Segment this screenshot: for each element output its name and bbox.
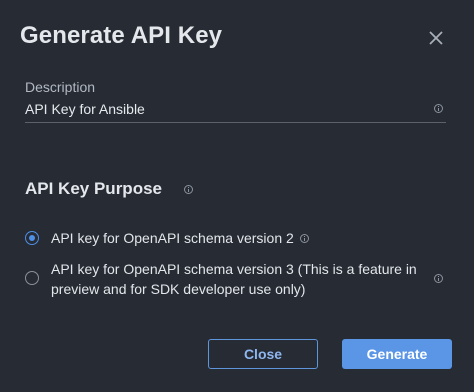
close-icon[interactable] <box>424 26 448 50</box>
purpose-info-icon[interactable] <box>184 185 193 194</box>
description-value[interactable]: API Key for Ansible <box>25 101 145 117</box>
radio-button-v3[interactable] <box>25 271 39 285</box>
option-v2-info-icon[interactable] <box>300 234 309 243</box>
option-v3-info-icon[interactable] <box>434 274 443 283</box>
radio-label-v2: API key for OpenAPI schema version 2 <box>51 230 294 246</box>
description-field[interactable]: API Key for Ansible <box>25 98 446 123</box>
dialog-title: Generate API Key <box>20 22 223 49</box>
generate-button[interactable]: Generate <box>342 339 452 369</box>
close-button[interactable]: Close <box>208 339 318 369</box>
description-info-icon[interactable] <box>434 104 443 113</box>
radio-option-v3[interactable]: API key for OpenAPI schema version 3 (Th… <box>25 259 445 303</box>
generate-api-key-dialog: Generate API Key Description API Key for… <box>0 0 474 392</box>
radio-option-v2[interactable]: API key for OpenAPI schema version 2 <box>25 228 445 250</box>
description-label: Description <box>25 79 96 95</box>
purpose-title: API Key Purpose <box>25 179 162 198</box>
close-x-icon <box>429 31 443 45</box>
radio-label-v3: API key for OpenAPI schema version 3 (Th… <box>51 261 417 297</box>
radio-button-v2[interactable] <box>25 231 39 245</box>
